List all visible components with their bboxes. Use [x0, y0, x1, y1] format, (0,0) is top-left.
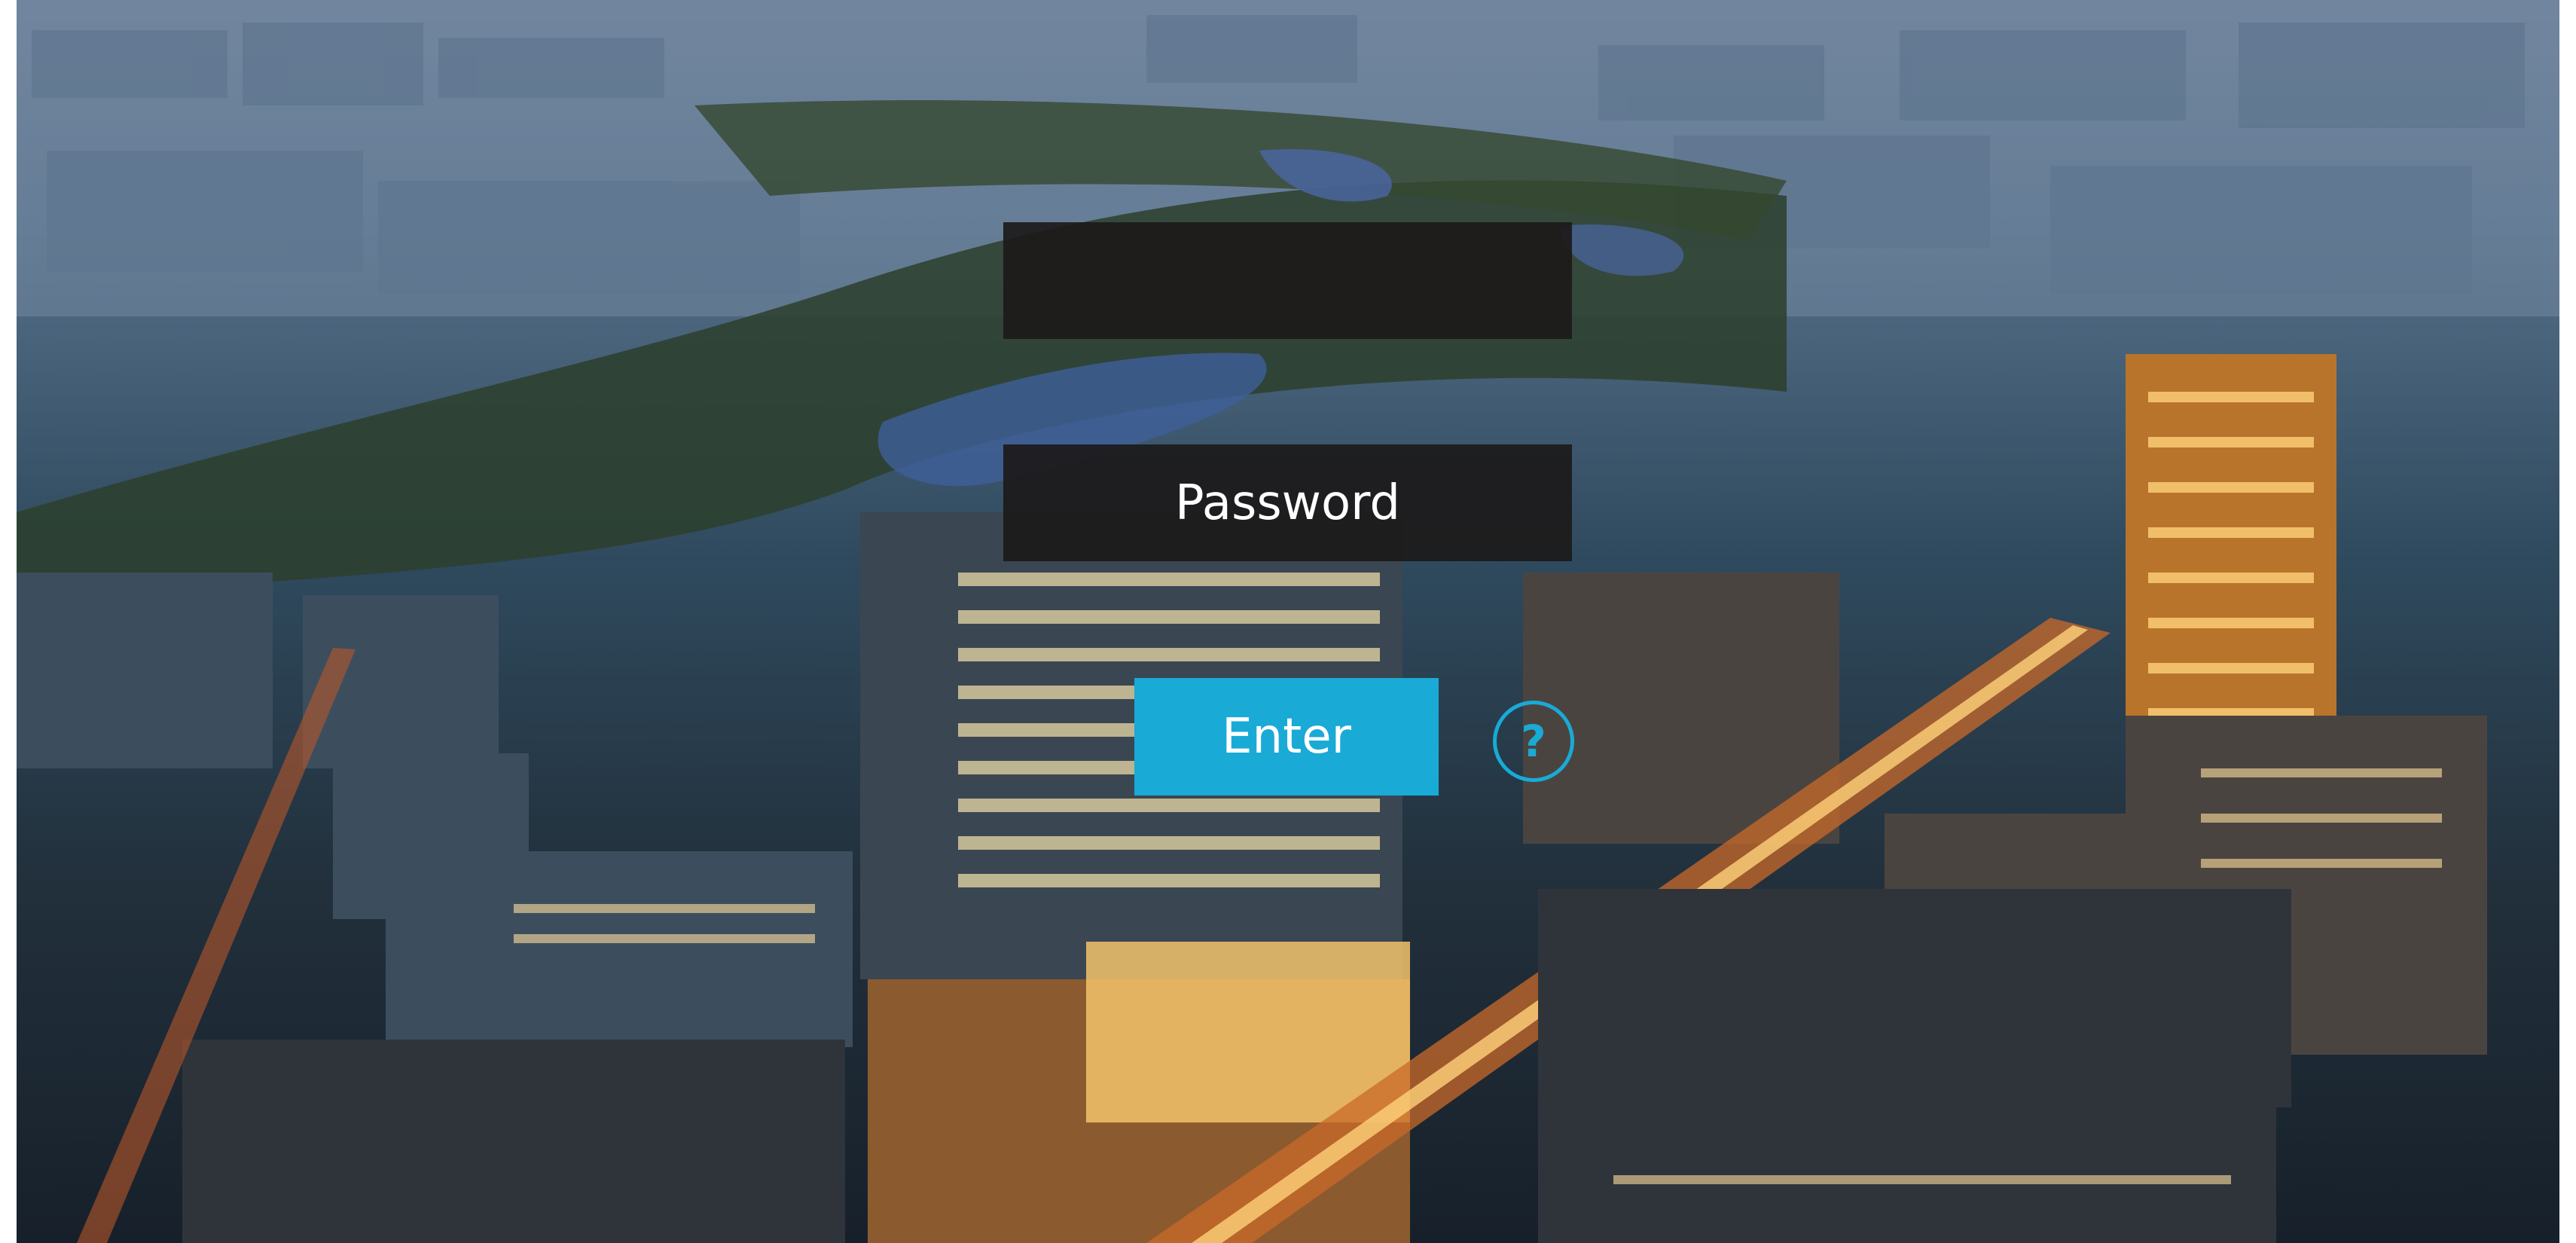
username-input[interactable] — [1003, 222, 1572, 339]
city-illustration — [17, 0, 2559, 1243]
help-icon[interactable]: ? — [1493, 701, 1574, 782]
password-input[interactable] — [1003, 444, 1572, 561]
city-background-image — [17, 0, 2559, 1243]
enter-button[interactable]: Enter — [1134, 678, 1439, 796]
